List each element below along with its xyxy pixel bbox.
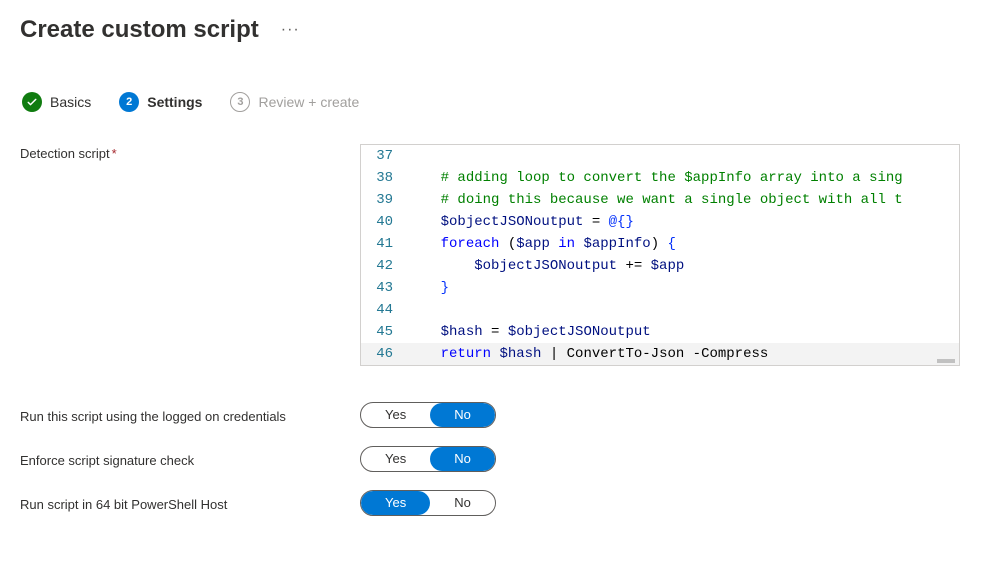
enforce-sig-label: Enforce script signature check [20,451,360,468]
step-number-icon: 2 [119,92,139,112]
toggle-yes[interactable]: Yes [361,447,430,471]
line-content[interactable]: foreach ($app in $appInfo) { [407,233,959,255]
detection-script-label: Detection script* [20,144,360,161]
line-number: 39 [361,189,407,211]
wizard-step-review[interactable]: 3 Review + create [230,92,359,112]
line-content[interactable]: return $hash | ConvertTo-Json -Compress [407,343,959,365]
code-line[interactable]: 44 [361,299,959,321]
checkmark-icon [22,92,42,112]
code-line[interactable]: 37 [361,145,959,167]
toggle-run-logged-on[interactable]: Yes No [360,402,496,428]
line-number: 42 [361,255,407,277]
code-line[interactable]: 42 $objectJSONoutput += $app [361,255,959,277]
toggle-no[interactable]: No [430,447,495,471]
page-title: Create custom script [20,16,259,44]
line-content[interactable]: $hash = $objectJSONoutput [407,321,959,343]
toggle-no[interactable]: No [430,491,495,515]
line-number: 46 [361,343,407,365]
wizard-step-label: Basics [50,94,91,110]
ellipsis-icon[interactable]: ··· [281,21,300,39]
run-logged-on-label: Run this script using the logged on cred… [20,407,360,424]
line-number: 41 [361,233,407,255]
line-content[interactable]: $objectJSONoutput += $app [407,255,959,277]
line-number: 43 [361,277,407,299]
code-line[interactable]: 45 $hash = $objectJSONoutput [361,321,959,343]
scrollbar[interactable] [937,359,955,363]
line-content[interactable]: } [407,277,959,299]
code-line[interactable]: 46 return $hash | ConvertTo-Json -Compre… [361,343,959,365]
code-line[interactable]: 40 $objectJSONoutput = @{} [361,211,959,233]
line-number: 45 [361,321,407,343]
line-number: 37 [361,145,407,167]
wizard-step-basics[interactable]: Basics [22,92,91,112]
toggle-run-64bit[interactable]: Yes No [360,490,496,516]
toggle-yes[interactable]: Yes [361,491,430,515]
line-number: 40 [361,211,407,233]
code-line[interactable]: 43 } [361,277,959,299]
line-number: 38 [361,167,407,189]
code-line[interactable]: 41 foreach ($app in $appInfo) { [361,233,959,255]
wizard-step-settings[interactable]: 2 Settings [119,92,202,112]
code-line[interactable]: 38 # adding loop to convert the $appInfo… [361,167,959,189]
wizard-step-label: Review + create [258,94,359,110]
line-content[interactable]: # adding loop to convert the $appInfo ar… [407,167,959,189]
toggle-yes[interactable]: Yes [361,403,430,427]
code-editor[interactable]: 3738 # adding loop to convert the $appIn… [360,144,960,366]
wizard-step-label: Settings [147,94,202,110]
line-content[interactable]: $objectJSONoutput = @{} [407,211,959,233]
toggle-no[interactable]: No [430,403,495,427]
required-marker: * [112,146,117,161]
wizard-steps: Basics 2 Settings 3 Review + create [20,92,980,112]
line-number: 44 [361,299,407,321]
step-number-icon: 3 [230,92,250,112]
toggle-enforce-sig[interactable]: Yes No [360,446,496,472]
run-64bit-label: Run script in 64 bit PowerShell Host [20,495,360,512]
code-line[interactable]: 39 # doing this because we want a single… [361,189,959,211]
line-content[interactable]: # doing this because we want a single ob… [407,189,959,211]
